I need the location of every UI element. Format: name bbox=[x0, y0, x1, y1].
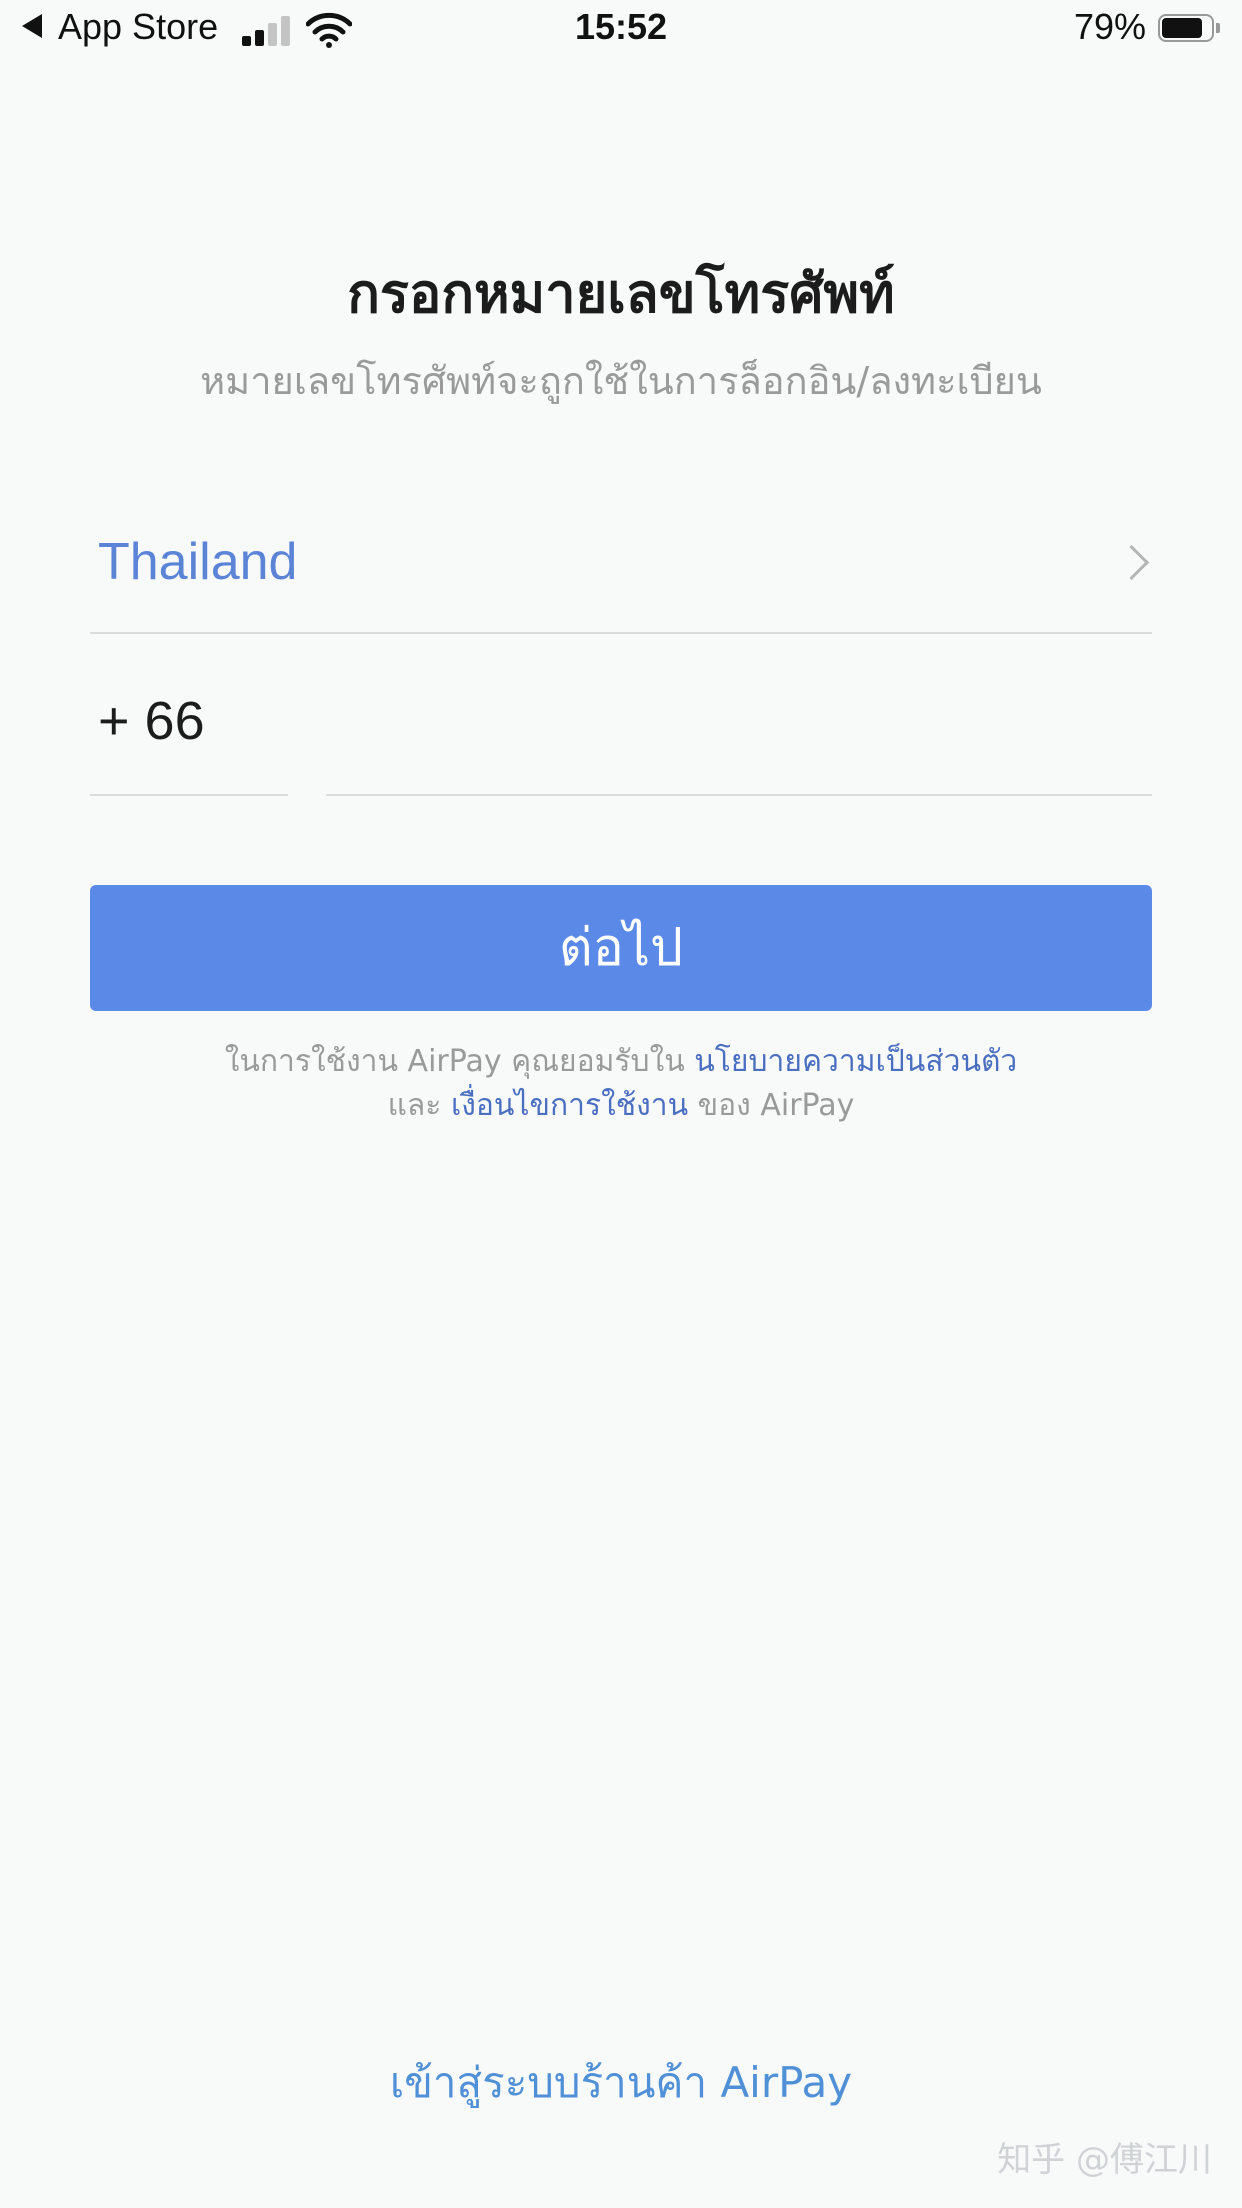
country-selector[interactable]: Thailand bbox=[90, 520, 1152, 634]
terms-and: และ bbox=[387, 1088, 451, 1123]
terms-text: ในการใช้งาน AirPay คุณยอมรับใน นโยบายควา… bbox=[0, 1040, 1242, 1128]
country-code: + 66 bbox=[98, 691, 205, 751]
watermark: 知乎 @傅江川 bbox=[997, 2140, 1212, 2180]
phone-number-input[interactable] bbox=[326, 680, 1152, 796]
terms-suffix: ของ AirPay bbox=[688, 1088, 855, 1123]
page-subtitle: หมายเลขโทรศัพท์จะถูกใช้ในการล็อกอิน/ลงทะ… bbox=[200, 359, 1042, 403]
terms-of-use-link[interactable]: เงื่อนไขการใช้งาน bbox=[451, 1088, 688, 1123]
merchant-login-link[interactable]: เข้าสู่ระบบร้านค้า AirPay bbox=[0, 2050, 1242, 2116]
privacy-policy-link[interactable]: นโยบายความเป็นส่วนตัว bbox=[694, 1044, 1017, 1079]
next-button[interactable]: ต่อไป bbox=[90, 885, 1152, 1011]
clock: 15:52 bbox=[574, 6, 668, 47]
country-name: Thailand bbox=[98, 533, 298, 591]
country-code-field[interactable]: + 66 bbox=[90, 680, 288, 796]
terms-prefix: ในการใช้งาน AirPay คุณยอมรับใน bbox=[224, 1044, 695, 1079]
chevron-right-icon bbox=[1113, 544, 1150, 581]
battery-percent: 79% bbox=[1073, 6, 1146, 47]
battery-icon bbox=[1158, 14, 1220, 44]
status-bar: App Store 15:52 79% bbox=[0, 0, 1242, 64]
page-title: กรอกหมายเลขโทรศัพท์ bbox=[347, 262, 895, 325]
